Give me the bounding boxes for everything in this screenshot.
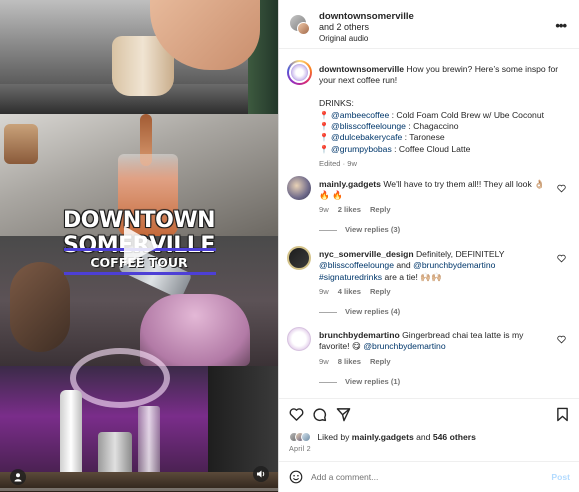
- post-actions: Liked by mainly.gadgets and 546 others A…: [279, 398, 579, 492]
- mute-button[interactable]: [253, 466, 269, 482]
- post-comment-button[interactable]: Post: [551, 472, 570, 482]
- comment-text: brunchbydemartino Gingerbread chai tea l…: [319, 330, 555, 353]
- speaker-icon: [257, 470, 265, 478]
- reply-button[interactable]: Reply: [370, 205, 391, 214]
- coauthors-link[interactable]: and 2 others: [319, 22, 369, 32]
- likes-prefix: Liked by: [317, 431, 350, 442]
- audio-link[interactable]: Original audio: [319, 34, 368, 43]
- post-header: downtownsomerville and 2 others Original…: [279, 0, 579, 49]
- comment-body: and: [396, 260, 411, 271]
- coauthor-avatar[interactable]: [297, 22, 310, 35]
- video-frame-pour-cup: [0, 0, 278, 114]
- heart-icon[interactable]: [557, 335, 566, 344]
- drink-line: 📍 @blisscoffeelounge : Chagaccino: [319, 121, 574, 132]
- comment-emoji: 🔥 🔥: [319, 190, 343, 201]
- comment-username[interactable]: brunchbydemartino: [319, 330, 400, 340]
- author-username[interactable]: downtownsomerville: [319, 11, 414, 22]
- comment-meta: 9w 2 likes Reply: [319, 205, 391, 214]
- comment-text: mainly.gadgets We'll have to try them al…: [319, 179, 555, 202]
- reply-button[interactable]: Reply: [370, 287, 391, 296]
- pin-icon: 📍: [319, 122, 329, 132]
- likes-summary: Liked by mainly.gadgets and 546 others: [289, 431, 476, 442]
- view-replies-label: View replies (3): [345, 225, 401, 234]
- mention-link[interactable]: @brunchbydemartino: [413, 260, 495, 270]
- view-replies-label: View replies (4): [345, 307, 401, 316]
- comment-body: are a tie! 🙌🏼🙌🏼: [384, 271, 442, 282]
- comment-text: nyc_somerville_design Definitely, DEFINI…: [319, 249, 555, 283]
- bookmark-icon[interactable]: [556, 407, 569, 422]
- comment-age: 9w: [319, 287, 329, 296]
- share-icon[interactable]: [336, 407, 351, 422]
- video-frame-bar-counter: [0, 348, 278, 492]
- pin-icon: 📍: [319, 133, 329, 143]
- comment-username[interactable]: nyc_somerville_design: [319, 249, 414, 259]
- caption-meta: Edited · 9w: [319, 159, 357, 169]
- caption-body: downtownsomerville How you brewin? Here’…: [319, 64, 574, 170]
- reply-button[interactable]: Reply: [370, 357, 391, 366]
- comment-meta: 9w 4 likes Reply: [319, 287, 391, 296]
- mention-link[interactable]: @ambeecoffee: [331, 110, 389, 120]
- mention-link[interactable]: @blisscoffeelounge: [331, 121, 406, 131]
- user-icon: [14, 473, 22, 482]
- comment-icon[interactable]: [312, 407, 327, 422]
- drink-name: : Chagaccino: [408, 121, 459, 132]
- view-replies-label: View replies (1): [345, 377, 401, 386]
- mention-link[interactable]: @dulcebakerycafe: [331, 132, 402, 142]
- pin-icon: 📍: [319, 144, 329, 154]
- title-underline-bottom: [64, 272, 216, 275]
- post-side-panel: downtownsomerville and 2 others Original…: [278, 0, 579, 492]
- view-replies-button[interactable]: View replies (3): [319, 225, 400, 234]
- comment-likes[interactable]: 8 likes: [338, 357, 361, 366]
- view-replies-button[interactable]: View replies (4): [319, 307, 400, 316]
- comment-likes[interactable]: 4 likes: [338, 287, 361, 296]
- view-replies-button[interactable]: View replies (1): [319, 377, 400, 386]
- comment-username[interactable]: mainly.gadgets: [319, 179, 381, 189]
- drink-name: : Taronese: [404, 132, 445, 143]
- drink-line: 📍 @grumpybobas : Coffee Cloud Latte: [319, 144, 574, 155]
- drink-line: 📍 @ambeecoffee : Cold Foam Cold Brew w/ U…: [319, 110, 574, 121]
- heart-icon[interactable]: [289, 407, 304, 422]
- drink-name: : Cold Foam Cold Brew w/ Ube Coconut: [391, 109, 544, 120]
- hashtag-link[interactable]: #signaturedrinks: [319, 272, 382, 282]
- comment-age: 9w: [319, 357, 329, 366]
- pin-icon: 📍: [319, 110, 329, 120]
- play-icon[interactable]: [124, 226, 160, 266]
- reel-video[interactable]: DOWNTOWN SOMERVILLE COFFEE TOUR: [0, 0, 278, 492]
- video-progress-bar[interactable]: [0, 488, 278, 491]
- caption-username[interactable]: downtownsomerville: [319, 64, 404, 74]
- comments-scroll-area[interactable]: downtownsomerville How you brewin? Here’…: [279, 50, 579, 398]
- more-options-icon[interactable]: •••: [555, 18, 567, 33]
- likes-count[interactable]: 546 others: [433, 432, 476, 442]
- tagged-users-button[interactable]: [10, 469, 26, 485]
- heart-icon[interactable]: [557, 254, 566, 263]
- comment-meta: 9w 8 likes Reply: [319, 357, 391, 366]
- post-date: April 2: [289, 444, 311, 453]
- liker-avatar: [301, 431, 311, 442]
- heart-icon[interactable]: [557, 184, 566, 193]
- drink-line: 📍 @dulcebakerycafe : Taronese: [319, 132, 574, 143]
- drink-name: : Coffee Cloud Latte: [394, 143, 471, 154]
- caption-author-avatar[interactable]: [287, 60, 312, 85]
- mention-link[interactable]: @grumpybobas: [331, 144, 392, 154]
- comment-body: Definitely, DEFINITELY: [415, 249, 505, 259]
- comment-age: 9w: [319, 205, 329, 214]
- commenter-avatar[interactable]: [287, 176, 311, 200]
- mention-link[interactable]: @brunchbydemartino: [363, 341, 445, 351]
- drinks-heading: DRINKS:: [319, 98, 354, 109]
- comment-body: We'll have to try them all!! They all lo…: [383, 179, 545, 189]
- mention-link[interactable]: @blisscoffeelounge: [319, 260, 394, 270]
- emoji-icon[interactable]: [289, 470, 303, 484]
- add-comment-input[interactable]: [311, 469, 531, 485]
- likes-and: and: [416, 431, 431, 442]
- commenter-avatar[interactable]: [287, 246, 311, 270]
- add-comment-bar: Post: [279, 461, 579, 492]
- liker-username[interactable]: mainly.gadgets: [352, 432, 414, 442]
- commenter-avatar[interactable]: [287, 327, 311, 351]
- comment-likes[interactable]: 2 likes: [338, 205, 361, 214]
